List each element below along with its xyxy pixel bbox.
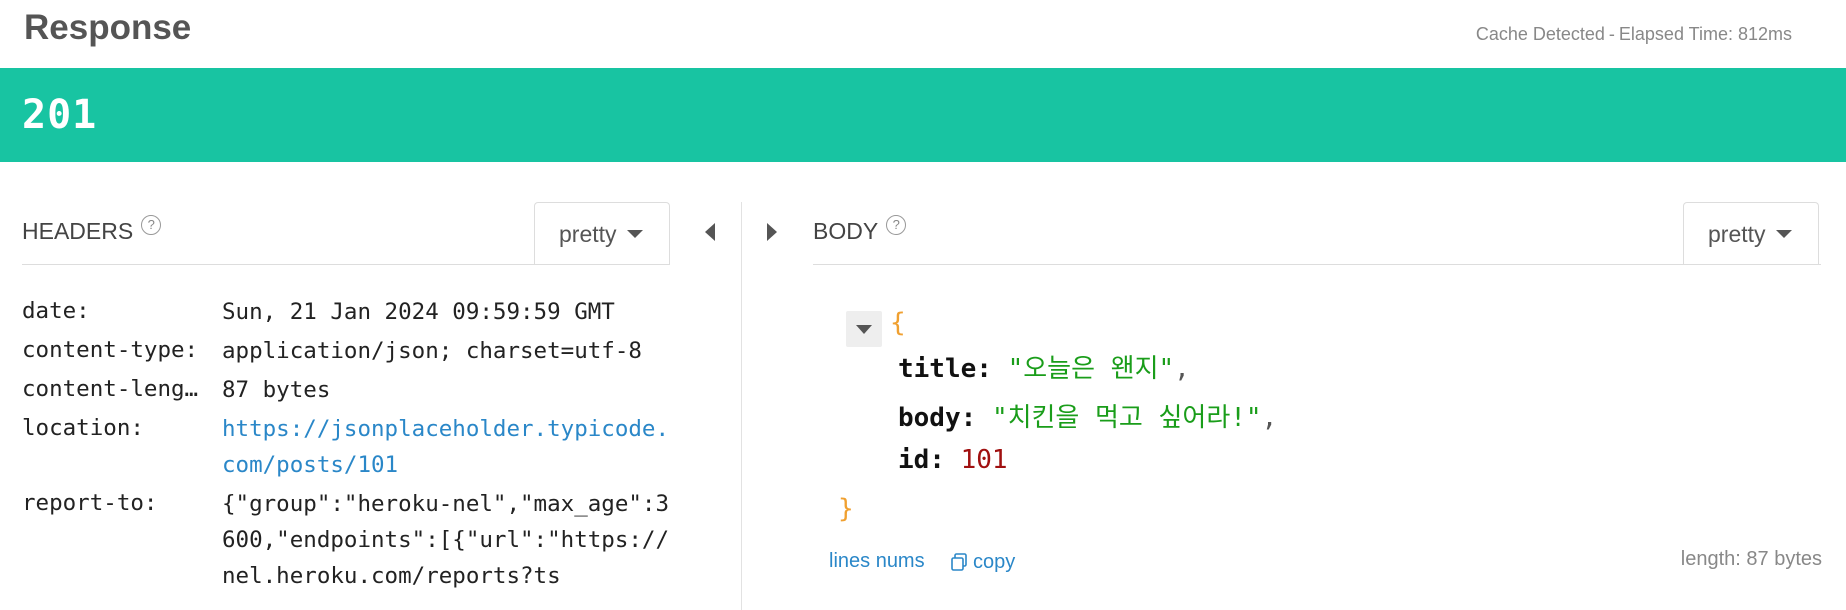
elapsed-time: Elapsed Time: 812ms (1618, 24, 1792, 44)
cache-status: Cache Detected (1475, 24, 1605, 44)
copy-label: copy (973, 551, 1016, 573)
copy-icon (951, 553, 967, 571)
json-key: title: (898, 354, 992, 384)
panel-divider[interactable] (741, 202, 742, 610)
collapse-tree-button[interactable] (846, 311, 882, 347)
json-comma: , (1261, 403, 1278, 433)
header-row-location: location: https://jsonplaceholder.typico… (22, 415, 672, 483)
body-format-label: pretty (1708, 221, 1766, 247)
chevron-down-icon (1775, 229, 1792, 238)
headers-list: date: Sun, 21 Jan 2024 09:59:59 GMT cont… (22, 298, 672, 601)
page-title: Response (24, 8, 192, 47)
header-row-date: date: Sun, 21 Jan 2024 09:59:59 GMT (22, 298, 672, 330)
body-underline (813, 264, 1821, 265)
headers-title-label: HEADERS (22, 218, 134, 244)
header-key: date: (22, 298, 90, 324)
json-field-body: body: "치킨을 먹고 싶어라!", (898, 397, 1277, 434)
collapse-tree-icon (856, 325, 872, 334)
collapse-left-icon[interactable] (705, 223, 715, 241)
header-value: {"group":"heroku-nel","max_age":3600,"en… (222, 491, 670, 589)
header-key: content-type: (22, 337, 199, 363)
help-icon[interactable]: ? (886, 215, 907, 235)
lines-nums-toggle[interactable]: lines nums (829, 550, 925, 573)
status-code: 201 (22, 92, 98, 138)
response-header: Response Cache Detected - Elapsed Time: 81… (0, 0, 1846, 68)
headers-format-select[interactable]: pretty (534, 202, 670, 264)
status-bar: 201 (0, 68, 1846, 162)
json-close-brace: } (838, 494, 854, 524)
header-value: Sun, 21 Jan 2024 09:59:59 GMT (222, 299, 615, 325)
body-title: BODY? (813, 215, 907, 245)
headers-underline (22, 264, 670, 265)
json-field-title: title: "오늘은 왠지", (898, 348, 1190, 385)
json-open-brace: { (890, 308, 906, 338)
header-value: application/json; charset=utf-8 (222, 338, 642, 364)
chevron-down-icon (626, 229, 643, 238)
expand-right-icon[interactable] (767, 223, 777, 241)
json-key: id: (898, 445, 945, 475)
body-format-select[interactable]: pretty (1683, 202, 1819, 264)
header-row-content-length: content-leng… 87 bytes (22, 376, 672, 408)
headers-format-label: pretty (559, 221, 617, 247)
json-string-value: "오늘은 왠지" (1007, 354, 1175, 384)
json-string-value: "치킨을 먹고 싶어라!" (991, 403, 1262, 433)
header-value: 87 bytes (222, 377, 331, 403)
copy-button[interactable]: copy (951, 550, 1015, 574)
body-title-label: BODY (813, 218, 879, 244)
body-length: length: 87 bytes (1680, 548, 1822, 570)
json-number-value: 101 (960, 445, 1008, 475)
header-row-content-type: content-type: application/json; charset=… (22, 337, 672, 369)
json-comma: , (1174, 354, 1190, 384)
json-field-id: id: 101 (898, 445, 1008, 475)
response-meta: Cache Detected - Elapsed Time: 812ms (1476, 24, 1792, 45)
headers-title: HEADERS? (22, 215, 162, 245)
json-key: body: (898, 403, 977, 433)
header-key: report-to: (22, 490, 158, 516)
header-key: location: (22, 415, 144, 441)
header-key: content-leng… (22, 376, 199, 402)
meta-separator: - (1608, 24, 1615, 44)
location-link[interactable]: https://jsonplaceholder.typicode.com/pos… (222, 411, 672, 483)
help-icon[interactable]: ? (141, 215, 162, 235)
header-row-report-to: report-to: {"group":"heroku-nel","max_ag… (22, 490, 672, 594)
